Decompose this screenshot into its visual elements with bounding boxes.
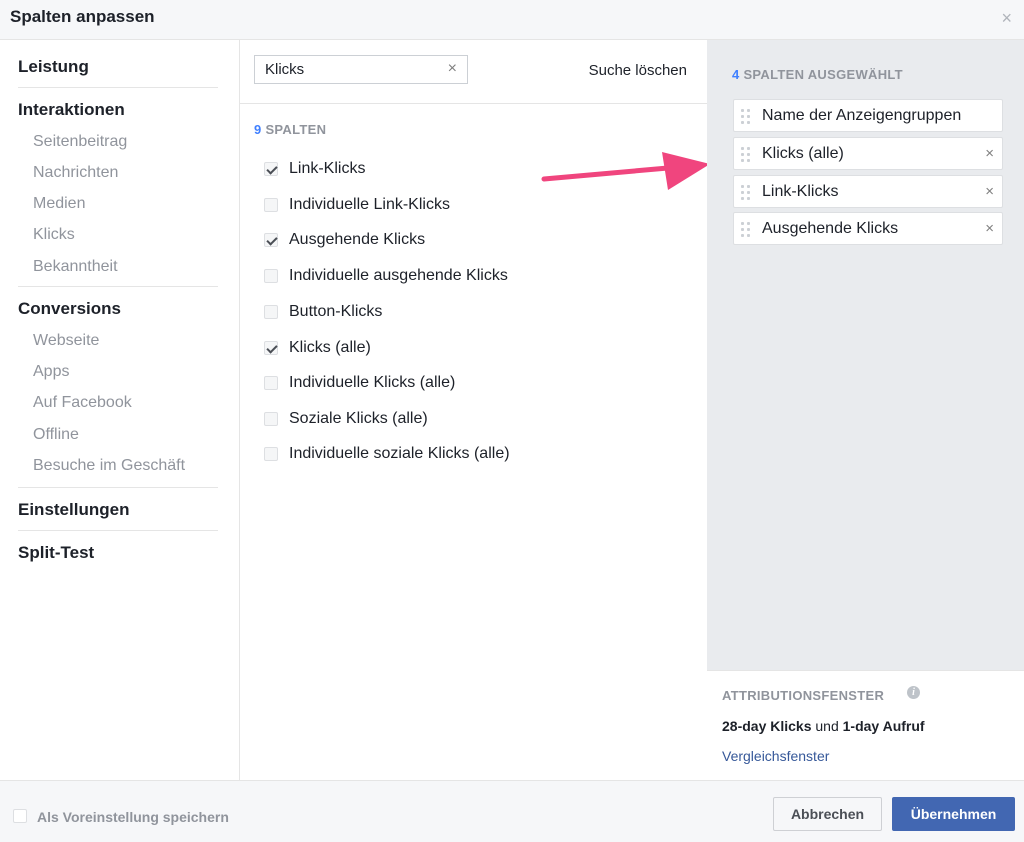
selected-column-chip[interactable]: Name der Anzeigengruppen xyxy=(733,99,1003,132)
nav-section-conversions[interactable]: Conversions xyxy=(18,299,121,319)
selected-column-label: Klicks (alle) xyxy=(762,145,844,162)
column-option-label: Ausgehende Klicks xyxy=(289,231,426,248)
attribution-setting: 28-day Klicks und 1-day Aufruf xyxy=(722,718,925,734)
results-count: 9 xyxy=(254,122,262,137)
nav-item-besuche-im-geschaeft[interactable]: Besuche im Geschäft xyxy=(33,457,185,475)
drag-handle-icon[interactable] xyxy=(741,109,751,125)
attribution-window-panel: ATTRIBUTIONSFENSTER i 28-day Klicks und … xyxy=(707,670,1024,780)
attribution-heading: ATTRIBUTIONSFENSTER xyxy=(722,688,885,703)
checkbox[interactable] xyxy=(264,233,278,247)
save-as-default-label[interactable]: Als Voreinstellung speichern xyxy=(37,809,229,825)
selected-count-label: SPALTEN AUSGEWÄHLT xyxy=(743,67,903,82)
nav-divider xyxy=(18,530,218,531)
checkbox[interactable] xyxy=(264,376,278,390)
column-option[interactable]: Button-Klicks xyxy=(264,301,382,323)
drag-handle-icon[interactable] xyxy=(741,147,751,163)
selected-column-label: Ausgehende Klicks xyxy=(762,220,899,237)
nav-section-einstellungen[interactable]: Einstellungen xyxy=(18,500,129,520)
checkbox[interactable] xyxy=(264,341,278,355)
annotation-arrow xyxy=(541,152,710,190)
column-option[interactable]: Individuelle soziale Klicks (alle) xyxy=(264,443,510,465)
checkbox[interactable] xyxy=(264,305,278,319)
nav-item-auf-facebook[interactable]: Auf Facebook xyxy=(33,394,132,412)
nav-divider xyxy=(18,286,218,287)
column-option-label: Klicks (alle) xyxy=(289,339,371,356)
nav-item-klicks[interactable]: Klicks xyxy=(33,226,75,244)
selected-column-chip[interactable]: Ausgehende Klicks × xyxy=(733,212,1003,245)
column-option-label: Individuelle soziale Klicks (alle) xyxy=(289,445,510,462)
nav-section-split-test[interactable]: Split-Test xyxy=(18,543,94,563)
search-box: × xyxy=(254,55,468,84)
checkbox[interactable] xyxy=(264,198,278,212)
dialog-footer: Als Voreinstellung speichern Abbrechen Ü… xyxy=(0,780,1024,842)
search-input[interactable] xyxy=(255,56,435,83)
column-option-label: Individuelle ausgehende Klicks xyxy=(289,267,508,284)
apply-button[interactable]: Übernehmen xyxy=(892,797,1015,831)
column-option-label: Individuelle Klicks (alle) xyxy=(289,374,456,391)
column-option[interactable]: Individuelle Link-Klicks xyxy=(264,194,450,216)
column-option-label: Link-Klicks xyxy=(289,160,366,177)
nav-item-seitenbeitrag[interactable]: Seitenbeitrag xyxy=(33,133,127,151)
column-option[interactable]: Individuelle ausgehende Klicks xyxy=(264,265,508,287)
nav-item-nachrichten[interactable]: Nachrichten xyxy=(33,164,118,182)
attribution-view-window: 1-day Aufruf xyxy=(842,718,925,734)
nav-item-apps[interactable]: Apps xyxy=(33,363,69,381)
category-nav: Leistung Interaktionen Seitenbeitrag Nac… xyxy=(0,40,240,780)
column-option[interactable]: Link-Klicks xyxy=(264,158,365,180)
checkbox[interactable] xyxy=(264,162,278,176)
close-icon[interactable]: × xyxy=(1001,8,1012,29)
clear-search-icon[interactable]: × xyxy=(448,60,457,78)
selected-columns-panel: 4 SPALTEN AUSGEWÄHLT Name der Anzeigengr… xyxy=(707,40,1024,670)
nav-section-leistung[interactable]: Leistung xyxy=(18,57,89,77)
remove-column-icon[interactable]: × xyxy=(985,183,994,200)
dialog-header: Spalten anpassen × xyxy=(0,0,1024,40)
results-count-label: SPALTEN xyxy=(265,122,327,137)
results-count-heading: 9 SPALTEN xyxy=(254,122,326,137)
cancel-button[interactable]: Abbrechen xyxy=(773,797,882,831)
column-option[interactable]: Klicks (alle) xyxy=(264,337,371,359)
nav-item-offline[interactable]: Offline xyxy=(33,426,79,444)
selected-count: 4 xyxy=(732,67,740,82)
divider xyxy=(240,103,707,104)
selected-column-label: Link-Klicks xyxy=(762,183,839,200)
checkbox[interactable] xyxy=(264,412,278,426)
nav-item-bekanntheit[interactable]: Bekanntheit xyxy=(33,258,118,276)
drag-handle-icon[interactable] xyxy=(741,185,751,201)
column-option-label: Button-Klicks xyxy=(289,303,383,320)
checkbox[interactable] xyxy=(264,447,278,461)
nav-divider xyxy=(18,487,218,488)
dialog-title: Spalten anpassen xyxy=(10,7,155,26)
remove-column-icon[interactable]: × xyxy=(985,145,994,162)
compare-windows-link[interactable]: Vergleichsfenster xyxy=(722,748,829,764)
remove-column-icon[interactable]: × xyxy=(985,220,994,237)
attribution-conjunction: und xyxy=(811,718,843,734)
selected-column-chip[interactable]: Link-Klicks × xyxy=(733,175,1003,208)
save-as-default-checkbox[interactable] xyxy=(13,809,27,823)
checkbox[interactable] xyxy=(264,269,278,283)
drag-handle-icon[interactable] xyxy=(741,222,751,238)
clear-search-link[interactable]: Suche löschen xyxy=(589,62,687,79)
nav-section-interaktionen[interactable]: Interaktionen xyxy=(18,100,125,120)
column-option[interactable]: Individuelle Klicks (alle) xyxy=(264,372,455,394)
nav-divider xyxy=(18,87,218,88)
column-option-label: Individuelle Link-Klicks xyxy=(289,196,450,213)
selected-column-chip[interactable]: Klicks (alle) × xyxy=(733,137,1003,170)
column-option[interactable]: Soziale Klicks (alle) xyxy=(264,408,428,430)
selected-count-heading: 4 SPALTEN AUSGEWÄHLT xyxy=(732,67,903,82)
attribution-click-window: 28-day Klicks xyxy=(722,718,812,734)
column-option[interactable]: Ausgehende Klicks xyxy=(264,229,425,251)
info-icon[interactable]: i xyxy=(907,686,920,699)
column-option-label: Soziale Klicks (alle) xyxy=(289,410,428,427)
selected-column-label: Name der Anzeigengruppen xyxy=(762,107,962,124)
nav-item-webseite[interactable]: Webseite xyxy=(33,332,99,350)
nav-item-medien[interactable]: Medien xyxy=(33,195,85,213)
